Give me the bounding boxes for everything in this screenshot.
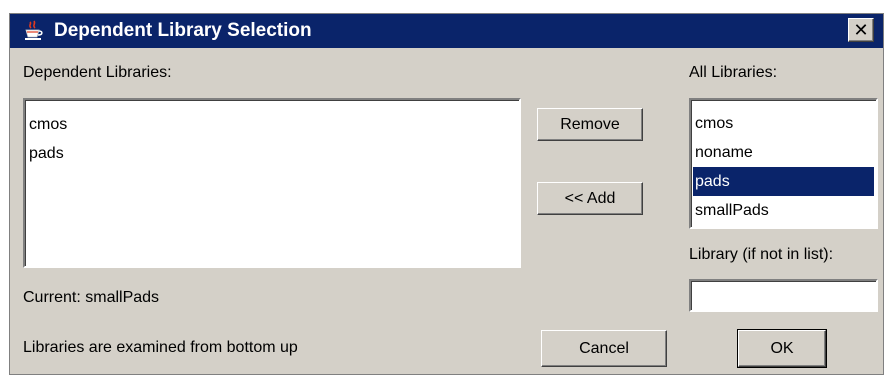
dependent-libraries-list[interactable]: cmos pads	[23, 98, 521, 268]
search-order-note: Libraries are examined from bottom up	[23, 339, 298, 356]
add-button[interactable]: << Add	[537, 182, 643, 215]
list-item[interactable]: cmos	[27, 110, 517, 139]
list-item[interactable]: smallPads	[693, 196, 874, 225]
library-name-field[interactable]	[689, 279, 878, 312]
list-item[interactable]: cmos	[693, 109, 874, 138]
remove-button[interactable]: Remove	[537, 108, 643, 141]
all-libraries-list[interactable]: cmos noname pads smallPads	[689, 98, 878, 229]
list-item-selected[interactable]: pads	[693, 167, 874, 196]
list-item[interactable]: pads	[27, 139, 517, 168]
all-libraries-label: All Libraries:	[689, 64, 778, 81]
cancel-button[interactable]: Cancel	[541, 330, 667, 367]
current-library-text: Current: smallPads	[23, 289, 160, 306]
library-input-label: Library (if not in list):	[689, 246, 834, 263]
window-title: Dependent Library Selection	[54, 20, 312, 41]
java-cup-icon	[25, 20, 43, 40]
close-icon: ✕	[853, 20, 869, 40]
dependent-library-dialog: Dependent Library Selection ✕ Dependent …	[9, 13, 884, 375]
close-button[interactable]: ✕	[848, 18, 874, 42]
dependent-libraries-label: Dependent Libraries:	[23, 64, 172, 81]
title-bar[interactable]: Dependent Library Selection ✕	[10, 14, 883, 48]
ok-button[interactable]: OK	[737, 329, 827, 368]
list-item[interactable]: noname	[693, 138, 874, 167]
